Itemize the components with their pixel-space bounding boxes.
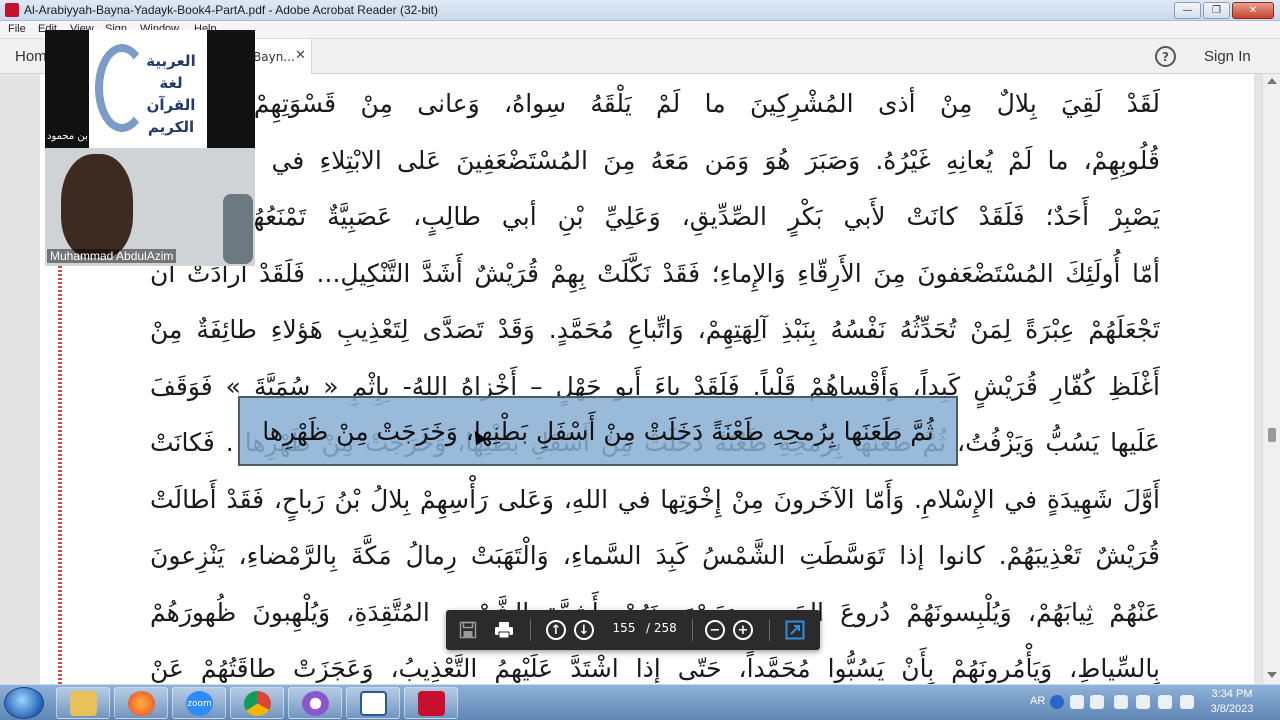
page-total: / 258 (646, 621, 677, 635)
acrobat-app-icon (5, 3, 19, 17)
scroll-up-icon[interactable] (1267, 78, 1277, 84)
battery-icon[interactable] (1158, 695, 1172, 709)
taskbar-zoom[interactable]: zoom (172, 687, 226, 719)
page-text: لَقَدْ لَقِيَ بِلالٌ مِنْ أذى المُشْرِكِ… (150, 76, 1160, 698)
window-controls: — ❐ ✕ (1174, 2, 1274, 19)
language-indicator[interactable]: AR (1030, 695, 1045, 707)
highlight-annotation[interactable]: ثُمَّ طَعَنَها بِرُمحِهِ طَعْنَةً دَخَلَ… (238, 396, 958, 466)
page-down-icon[interactable]: ↓ (572, 618, 596, 642)
participant-name: Muhammad AbdulAzim (47, 249, 177, 263)
text-line: قُرَيْشٌ تَعْذِيبَهُمْ. كانوا إذا تَوَسَ… (150, 541, 1160, 570)
presenter-label: محمد بن محمود (47, 131, 114, 142)
shield-icon[interactable] (1136, 695, 1150, 709)
document-icon (360, 691, 387, 716)
video-tile-presenter[interactable]: العربية لغة القرآن الكريم محمد بن محمود (45, 30, 255, 148)
network-icon[interactable] (1114, 695, 1128, 709)
zoom-in-icon[interactable]: + (731, 618, 755, 642)
zoom-out-icon[interactable]: − (703, 618, 727, 642)
text-line: أمّا أُولَئِكَ المُسْتَضْعَفونَ مِنَ الأ… (150, 258, 1160, 288)
clock-date: 3/8/2023 (1210, 703, 1254, 715)
text-line: تَجْعَلَهُمْ عِبْرَةً لِمَنْ تُحَدِّثُهُ… (150, 315, 1160, 344)
page-number-input[interactable]: 155 (604, 621, 644, 635)
clock-time: 3:34 PM (1211, 688, 1253, 700)
window-title: Al-Arabiyyah-Bayna-Yadayk-Book4-PartA.pd… (24, 3, 438, 17)
toolbar-separator (769, 619, 770, 641)
background-jacket (223, 194, 253, 264)
taskbar-acrobat[interactable] (404, 687, 458, 719)
text-line: قُلُوبِهِمْ، ما لَمْ يُعانِهِ غَيْرُهُ. … (150, 145, 1160, 175)
chrome-icon (244, 691, 271, 716)
taskbar-file-explorer[interactable] (56, 687, 110, 719)
scroll-down-icon[interactable] (1267, 672, 1277, 678)
close-window-button[interactable]: ✕ (1232, 2, 1274, 19)
volume-icon[interactable] (1180, 695, 1194, 709)
fit-page-icon[interactable] (783, 618, 807, 642)
tray-arrow-icon[interactable] (1070, 695, 1084, 709)
scrollbar-thumb[interactable] (1268, 428, 1276, 442)
taskbar-firefox[interactable] (114, 687, 168, 719)
taskbar-word[interactable] (346, 687, 400, 719)
windows-taskbar: zoom AR 3:34 PM 3/8/2023 (0, 684, 1280, 720)
menu-file[interactable]: File (8, 23, 26, 35)
text-line: أَوَّلَ شَهِيدَةٍ في الإِسْلامِ. وَأَمّا… (150, 484, 1160, 514)
taskbar-browser[interactable] (288, 687, 342, 719)
folder-icon (70, 691, 97, 716)
vertical-scrollbar[interactable] (1262, 74, 1280, 684)
tab-document-label: Bayn... (253, 50, 295, 64)
taskbar-chrome[interactable] (230, 687, 284, 719)
acrobat-icon (418, 691, 445, 716)
text-line: يَصْبِرْ أَحَدٌ؛ فَلَقَدْ كانَتْ لأَبي ب… (150, 202, 1160, 231)
system-clock[interactable]: 3:34 PM 3/8/2023 (1196, 687, 1268, 717)
toolbar-separator (692, 619, 693, 641)
start-button[interactable] (4, 687, 44, 719)
sign-in-button[interactable]: Sign In (1204, 48, 1251, 65)
text-line: لَقَدْ لَقِيَ بِلالٌ مِنْ أذى المُشْرِكِ… (150, 89, 1160, 118)
minimize-button[interactable]: — (1174, 2, 1201, 19)
page-up-icon[interactable]: ↑ (544, 618, 568, 642)
zoom-icon: zoom (186, 691, 213, 716)
help-icon[interactable]: ? (1155, 46, 1176, 67)
window-title-bar: Al-Arabiyyah-Bayna-Yadayk-Book4-PartA.pd… (0, 0, 1280, 21)
screen: Al-Arabiyyah-Bayna-Yadayk-Book4-PartA.pd… (0, 0, 1280, 720)
tray-app-icon[interactable] (1090, 695, 1104, 709)
participant-video (61, 154, 133, 258)
close-tab-icon[interactable]: ✕ (295, 48, 306, 63)
help-tray-icon[interactable] (1050, 695, 1064, 709)
page-down-glyph: ↓ (574, 620, 594, 640)
print-icon[interactable] (492, 618, 516, 642)
video-tile-participant[interactable]: Muhammad AbdulAzim (45, 148, 255, 266)
save-icon[interactable] (456, 618, 480, 642)
maximize-button[interactable]: ❐ (1203, 2, 1230, 19)
browser-icon (302, 691, 329, 716)
zoom-in-glyph: + (733, 620, 753, 640)
toolbar-separator (530, 619, 531, 641)
tab-home[interactable]: Hom (15, 48, 47, 65)
page-up-glyph: ↑ (546, 620, 566, 640)
firefox-icon (128, 691, 155, 716)
logo-text: العربية لغة القرآن الكريم (146, 52, 196, 136)
zoom-out-glyph: − (705, 620, 725, 640)
